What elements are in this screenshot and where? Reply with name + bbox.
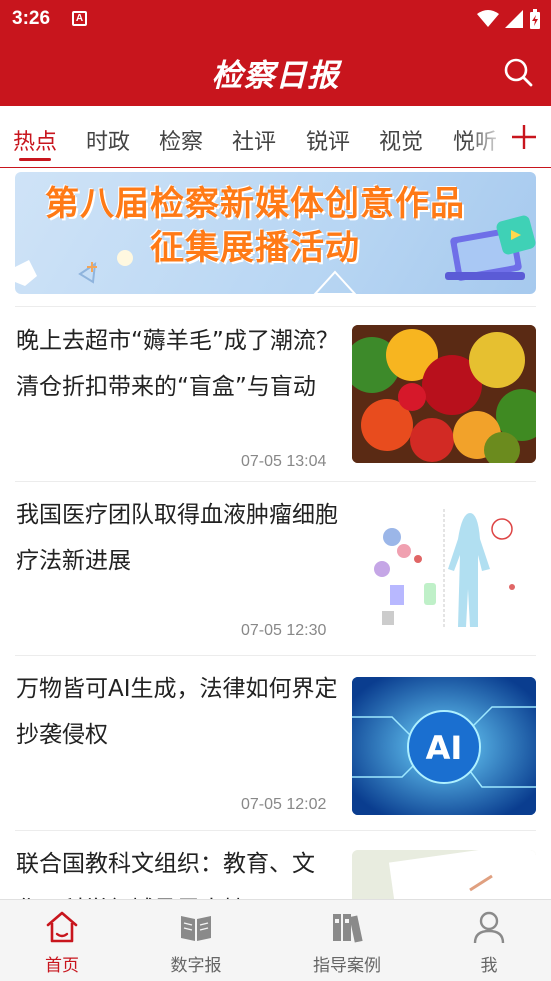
tab-politics[interactable]: 时政: [86, 124, 130, 156]
notification-icon: A: [72, 11, 87, 26]
news-item[interactable]: 联合国教科文组织：教育、文化、科学领域亟需支持: [0, 831, 551, 899]
news-time: 07-05 12:30: [241, 622, 327, 639]
bottom-navigation: 首页 数字报 指导案例 我: [0, 899, 551, 981]
nav-guiding-cases[interactable]: 指导案例: [278, 900, 416, 981]
banner-title-line2: 征集展播活动: [150, 228, 360, 268]
news-title[interactable]: 晚上去超市“薅羊毛”成了潮流？清仓折扣带来的“盲盒”与盲动: [16, 318, 340, 410]
person-icon: [473, 911, 505, 944]
news-title[interactable]: 联合国教科文组织：教育、文化、科学领域亟需支持: [16, 841, 340, 899]
news-title[interactable]: 我国医疗团队取得血液肿瘤细胞疗法新进展: [16, 492, 340, 584]
nav-label: 指导案例: [313, 956, 381, 976]
tab-hot[interactable]: 热点: [13, 124, 57, 156]
binders-icon: [333, 914, 363, 943]
signal-icon: [505, 10, 523, 28]
app-logo: 检察日报: [211, 58, 340, 94]
news-thumbnail-ai[interactable]: AI: [352, 677, 536, 815]
banner-title-line1: 第八届检察新媒体创意作品: [45, 184, 465, 224]
tab-editorial[interactable]: 社评: [232, 124, 276, 156]
book-icon: [181, 916, 211, 941]
news-title[interactable]: 万物皆可AI生成，法律如何界定抄袭侵权: [16, 666, 340, 758]
status-bar: 3:26 A: [0, 0, 551, 38]
category-tabs: 热点 时政 检察 社评 锐评 视觉 悦听: [0, 106, 551, 168]
news-item[interactable]: 我国医疗团队取得血液肿瘤细胞疗法新进展 07-05 12:30: [0, 482, 551, 654]
wifi-icon: [477, 10, 499, 27]
search-icon[interactable]: [503, 57, 533, 87]
news-item[interactable]: 晚上去超市“薅羊毛”成了潮流？清仓折扣带来的“盲盒”与盲动 07-05 13:0…: [0, 308, 551, 480]
news-time: 07-05 13:04: [241, 453, 327, 470]
nav-home[interactable]: 首页: [0, 900, 131, 981]
news-thumbnail-fruits[interactable]: [352, 325, 536, 463]
tab-commentary[interactable]: 锐评: [306, 124, 350, 156]
system-icons: [477, 9, 541, 29]
app-header: 检察日报: [0, 38, 551, 106]
news-thumbnail-cart-diagram[interactable]: [352, 499, 536, 637]
news-time: 07-05 12:02: [241, 796, 327, 813]
tabs-fade: [467, 106, 507, 167]
tab-procuratorate[interactable]: 检察: [159, 124, 203, 156]
status-time: 3:26: [12, 8, 51, 29]
nav-label: 首页: [45, 956, 79, 976]
promo-banner[interactable]: 第八届检察新媒体创意作品 征集展播活动: [15, 172, 536, 294]
add-channel-icon[interactable]: [507, 120, 541, 154]
home-icon: [46, 911, 78, 943]
news-item[interactable]: 万物皆可AI生成，法律如何界定抄袭侵权 07-05 12:02 AI: [0, 656, 551, 828]
nav-digital-paper[interactable]: 数字报: [127, 900, 265, 981]
nav-me[interactable]: 我: [420, 900, 551, 981]
news-thumbnail-paper[interactable]: [352, 850, 536, 899]
nav-label: 数字报: [170, 956, 222, 976]
tab-visual[interactable]: 视觉: [379, 124, 423, 156]
divider: [15, 306, 536, 307]
nav-label: 我: [480, 956, 498, 976]
ai-thumbnail-text: AI: [426, 729, 463, 767]
battery-icon: [530, 9, 540, 29]
active-tab-indicator: [19, 158, 51, 161]
